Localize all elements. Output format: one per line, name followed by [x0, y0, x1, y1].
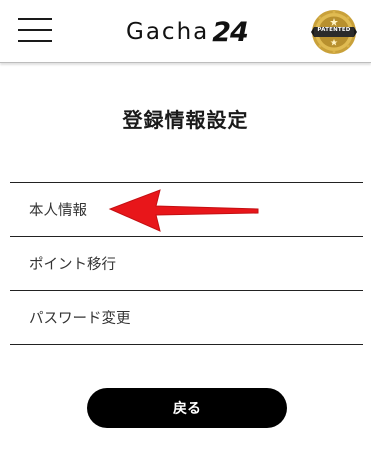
hamburger-line: [18, 29, 52, 31]
page-title: 登録情報設定: [122, 108, 249, 132]
patented-badge-icon: PATENTED: [310, 8, 358, 56]
app-header: Gacha 24 PATENTED: [0, 0, 371, 63]
logo-number: 24: [212, 16, 249, 48]
hamburger-line: [18, 18, 52, 20]
red-arrow-icon: [108, 189, 259, 232]
menu-item-point-transfer[interactable]: ポイント移行: [10, 237, 363, 291]
hamburger-menu-button[interactable]: [18, 16, 54, 44]
hamburger-line: [18, 40, 52, 42]
gacha24-logo[interactable]: Gacha 24: [126, 14, 249, 50]
badge-label: PATENTED: [317, 27, 351, 33]
menu-item-password-change[interactable]: パスワード変更: [10, 291, 363, 345]
back-button[interactable]: 戻る: [87, 388, 287, 428]
logo-text: Gacha: [126, 19, 210, 45]
